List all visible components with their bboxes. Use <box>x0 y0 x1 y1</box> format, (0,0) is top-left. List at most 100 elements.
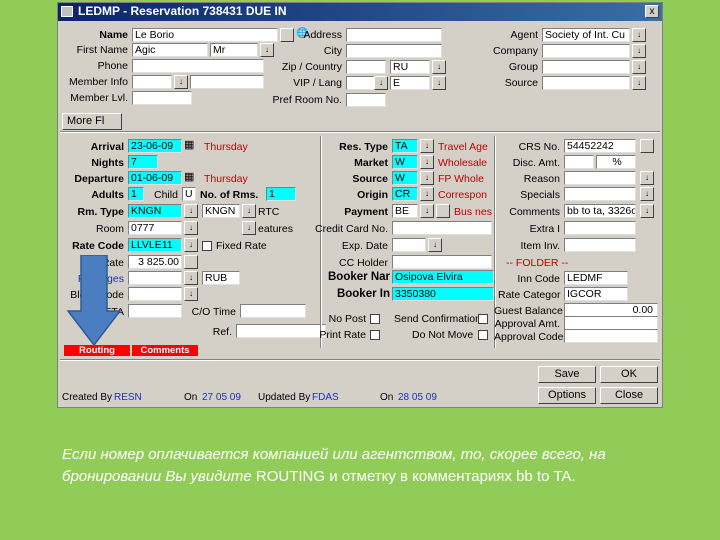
market-dropdown-icon[interactable]: ↓ <box>420 155 434 169</box>
item-inventory-field[interactable] <box>564 238 636 252</box>
res-type-field[interactable]: TA <box>392 139 418 153</box>
room-type-field[interactable]: KNGN <box>128 204 182 218</box>
comments-field[interactable]: bb to ta, 3326o <box>564 204 636 218</box>
source-company-field[interactable] <box>542 76 630 90</box>
specials-dropdown-icon[interactable]: ↓ <box>640 187 654 201</box>
rate-code-dropdown-icon[interactable]: ↓ <box>184 238 198 252</box>
company-field[interactable] <box>542 44 630 58</box>
zip-field[interactable] <box>346 60 386 74</box>
rate-info-button[interactable] <box>184 255 198 269</box>
country-dropdown-icon[interactable]: ↓ <box>432 60 446 74</box>
source-label: Source <box>352 173 388 185</box>
room-type-dropdown-icon[interactable]: ↓ <box>184 204 198 218</box>
language-field[interactable]: E <box>390 76 430 90</box>
origin-description: Correspon <box>438 189 488 201</box>
discount-percent-field[interactable]: % <box>596 155 636 169</box>
inn-code-field[interactable]: LEDMF <box>564 271 628 285</box>
source-dropdown-icon[interactable]: ↓ <box>420 171 434 185</box>
rtc-dropdown-icon[interactable]: ↓ <box>242 204 256 218</box>
ok-button[interactable]: OK <box>600 366 658 383</box>
name-field[interactable]: Le Borio <box>132 28 278 42</box>
discount-amount-field[interactable] <box>564 155 594 169</box>
calendar-icon[interactable]: ▦ <box>184 138 194 151</box>
payment-info-button[interactable] <box>436 204 450 218</box>
close-window-button[interactable]: x <box>645 5 659 18</box>
nights-field[interactable]: 7 <box>128 155 158 169</box>
eta-field[interactable] <box>128 304 182 318</box>
no-rooms-field[interactable]: 1 <box>266 187 296 201</box>
comments-dropdown-icon[interactable]: ↓ <box>640 204 654 218</box>
packages-dropdown-icon[interactable]: ↓ <box>184 271 198 285</box>
options-button[interactable]: Options <box>538 387 596 404</box>
calendar-icon[interactable]: ▦ <box>184 170 194 183</box>
member-number-field[interactable] <box>190 75 264 89</box>
agent-dropdown-icon[interactable]: ↓ <box>632 28 646 42</box>
checkout-time-field[interactable] <box>240 304 306 318</box>
credit-card-field[interactable] <box>392 221 492 235</box>
features-dropdown-icon[interactable]: ↓ <box>242 221 256 235</box>
adults-field[interactable]: 1 <box>128 187 144 201</box>
res-type-dropdown-icon[interactable]: ↓ <box>420 139 434 153</box>
packages-field[interactable] <box>128 271 182 285</box>
source-field[interactable]: W <box>392 171 418 185</box>
arrival-field[interactable]: 23-06-09 <box>128 139 182 153</box>
agent-field[interactable]: Society of Int. Cu <box>542 28 630 42</box>
close-button[interactable]: Close <box>600 387 658 404</box>
phone-field[interactable] <box>132 59 264 73</box>
title-dropdown-icon[interactable]: ↓ <box>260 43 274 57</box>
first-name-field[interactable]: Agic <box>132 43 208 57</box>
exp-date-field[interactable] <box>392 238 426 252</box>
checkout-time-label: C/O Time <box>191 306 236 318</box>
exp-date-dropdown-icon[interactable]: ↓ <box>428 238 442 252</box>
child-field[interactable]: U <box>182 187 196 201</box>
specials-field[interactable] <box>564 187 636 201</box>
origin-dropdown-icon[interactable]: ↓ <box>420 187 434 201</box>
rate-field[interactable]: 3 825.00 <box>128 255 182 269</box>
rate-code-field[interactable]: LLVLE11 <box>128 238 182 252</box>
send-confirmation-checkbox[interactable] <box>478 314 488 324</box>
title-field[interactable]: Mr <box>210 43 258 57</box>
comments-tab[interactable]: Comments <box>132 345 198 356</box>
payment-dropdown-icon[interactable]: ↓ <box>420 204 434 218</box>
company-dropdown-icon[interactable]: ↓ <box>632 44 646 58</box>
source-company-dropdown-icon[interactable]: ↓ <box>632 76 646 90</box>
member-type-field[interactable] <box>132 75 172 89</box>
origin-field[interactable]: CR <box>392 187 418 201</box>
cc-holder-field[interactable] <box>392 255 492 269</box>
block-code-field[interactable] <box>128 287 182 301</box>
member-level-field[interactable] <box>132 91 192 105</box>
extra-field[interactable] <box>564 221 636 235</box>
room-dropdown-icon[interactable]: ↓ <box>184 221 198 235</box>
currency-field[interactable]: RUB <box>202 271 240 285</box>
market-field[interactable]: W <box>392 155 418 169</box>
crs-info-button[interactable] <box>640 139 654 153</box>
room-field[interactable]: 0777 <box>128 221 182 235</box>
do-not-move-checkbox[interactable] <box>478 330 488 340</box>
pref-room-field[interactable] <box>346 93 386 107</box>
print-rate-label: Print Rate <box>319 329 366 341</box>
booker-info-field[interactable]: 3350380 <box>392 287 494 301</box>
crs-number-field[interactable]: 54452242 <box>564 139 636 153</box>
city-field[interactable] <box>346 44 442 58</box>
reason-dropdown-icon[interactable]: ↓ <box>640 171 654 185</box>
country-field[interactable]: RU <box>390 60 430 74</box>
vip-dropdown-icon[interactable]: ↓ <box>374 76 388 90</box>
fixed-rate-checkbox[interactable] <box>202 241 212 251</box>
reason-field[interactable] <box>564 171 636 185</box>
market-label: Market <box>354 157 388 169</box>
group-dropdown-icon[interactable]: ↓ <box>632 60 646 74</box>
language-dropdown-icon[interactable]: ↓ <box>432 76 446 90</box>
member-type-dropdown-icon[interactable]: ↓ <box>174 75 188 89</box>
rtc-field[interactable]: KNGN <box>202 204 240 218</box>
booker-name-field[interactable]: Osipova Elvira <box>392 270 494 284</box>
no-post-checkbox[interactable] <box>370 314 380 324</box>
block-code-dropdown-icon[interactable]: ↓ <box>184 287 198 301</box>
rate-category-field[interactable]: IGCOR <box>564 287 628 301</box>
payment-field[interactable]: BE <box>392 204 418 218</box>
group-field[interactable] <box>542 60 630 74</box>
more-fields-button[interactable]: More Fl <box>62 113 122 130</box>
save-button[interactable]: Save <box>538 366 596 383</box>
address-field[interactable] <box>346 28 442 42</box>
departure-field[interactable]: 01-06-09 <box>128 171 182 185</box>
print-rate-checkbox[interactable] <box>370 330 380 340</box>
